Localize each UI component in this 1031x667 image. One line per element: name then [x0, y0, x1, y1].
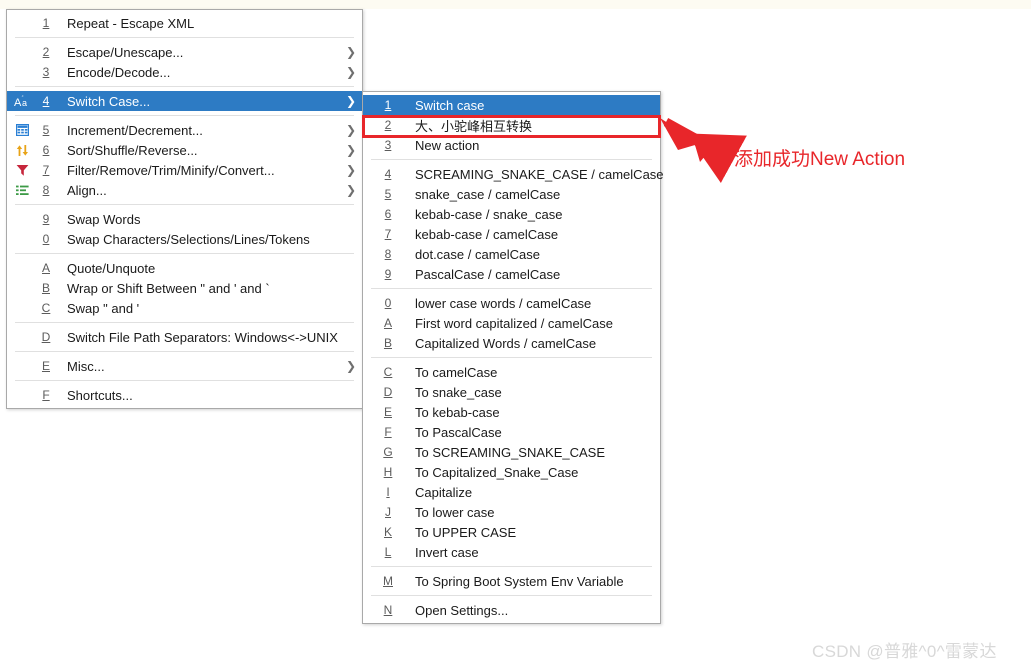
screenshot-root: 1 Repeat - Escape XML 2 Escape/Unescape... ❯… [0, 0, 1031, 667]
annotation-label: 添加成功New Action [734, 149, 906, 170]
red-annotation-arrow [660, 118, 747, 183]
csdn-watermark: CSDN @普雅^0^雷蒙达 [812, 642, 997, 661]
